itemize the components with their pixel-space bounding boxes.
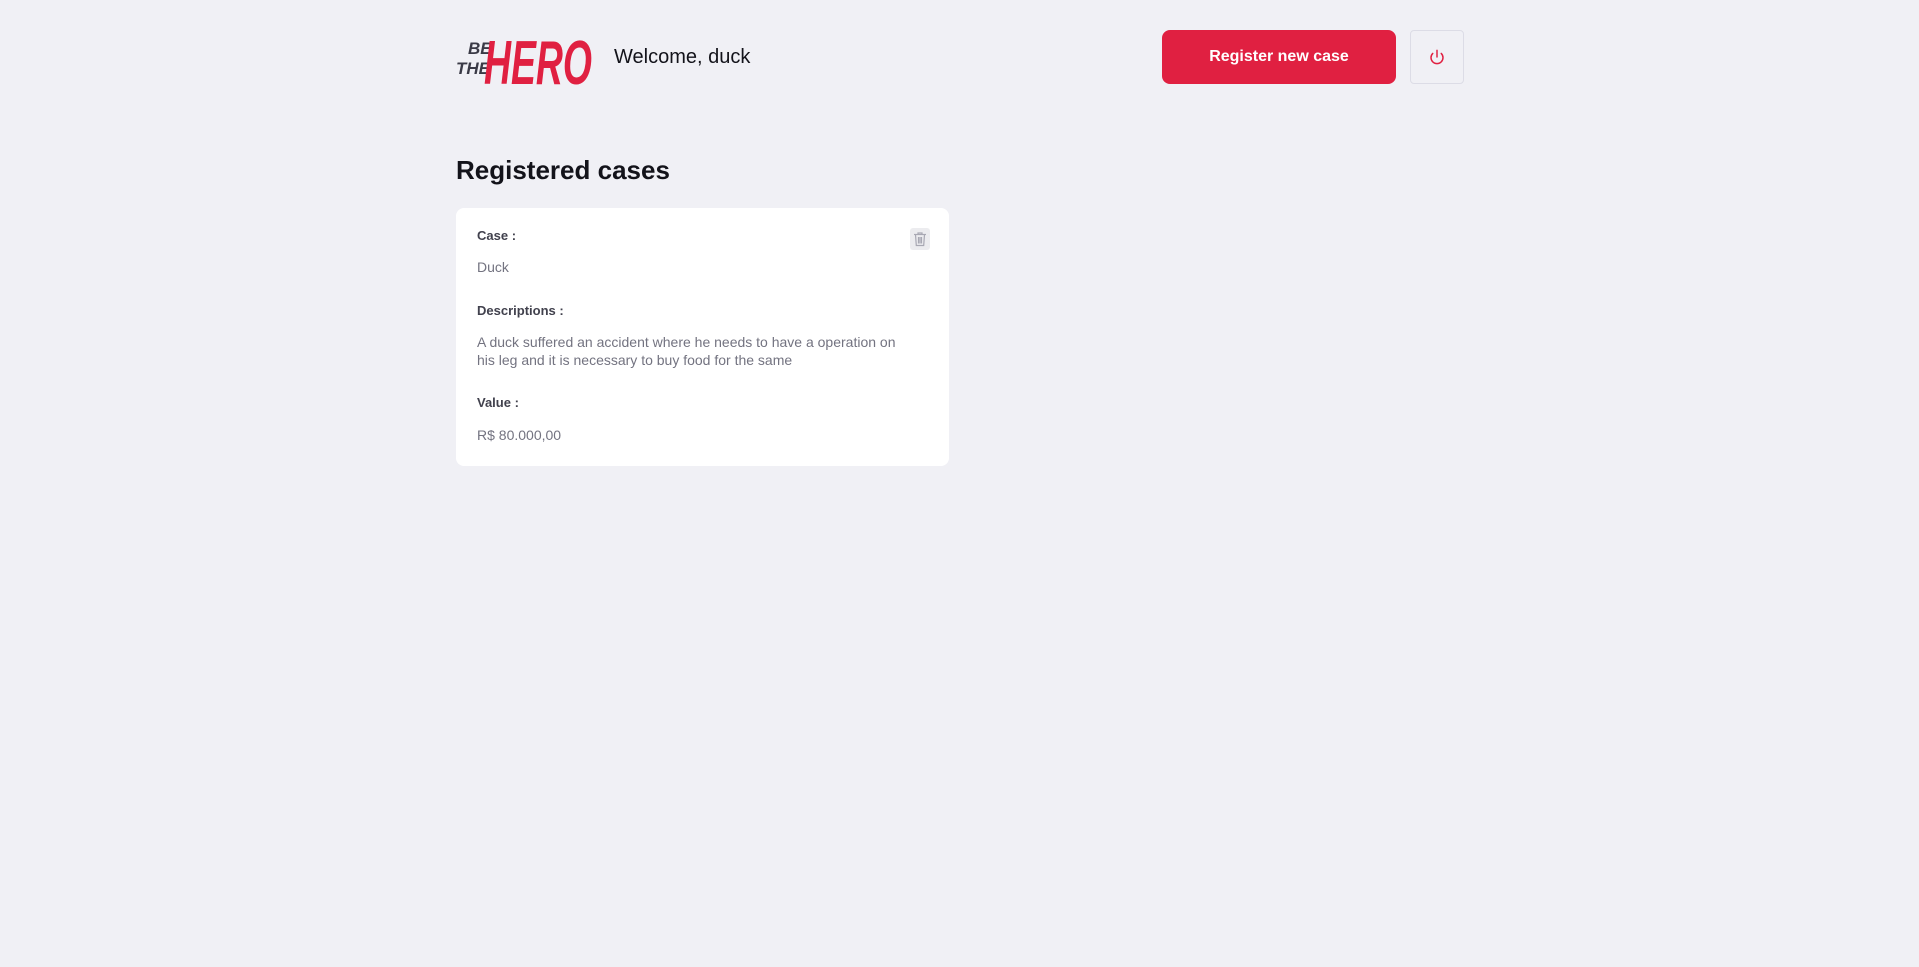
register-new-case-button[interactable]: Register new case: [1162, 30, 1396, 84]
case-value: Duck: [477, 259, 509, 275]
description-value: A duck suffered an accident where he nee…: [477, 334, 896, 368]
case-label: Case :: [477, 228, 517, 243]
trash-icon: [914, 232, 926, 247]
value-amount: R$ 80.000,00: [477, 427, 562, 443]
logout-button[interactable]: [1410, 30, 1464, 84]
description-label: Descriptions :: [477, 303, 564, 318]
be-the-hero-logo: BE THE HERO: [456, 29, 592, 86]
power-icon: [1430, 49, 1444, 65]
welcome-text: Welcome, duck: [614, 45, 751, 68]
delete-case-button[interactable]: [910, 228, 930, 250]
page: BE THE HERO Welcome, duck Register new c…: [0, 0, 1919, 967]
case-card: Case : Duck Descriptions : A duck suffer…: [456, 208, 949, 466]
page-title: Registered cases: [456, 155, 670, 185]
svg-text:HERO: HERO: [484, 29, 592, 86]
header-actions: Register new case: [1162, 30, 1464, 84]
header: BE THE HERO Welcome, duck Register new c…: [456, 28, 1464, 86]
value-label: Value :: [477, 395, 519, 410]
